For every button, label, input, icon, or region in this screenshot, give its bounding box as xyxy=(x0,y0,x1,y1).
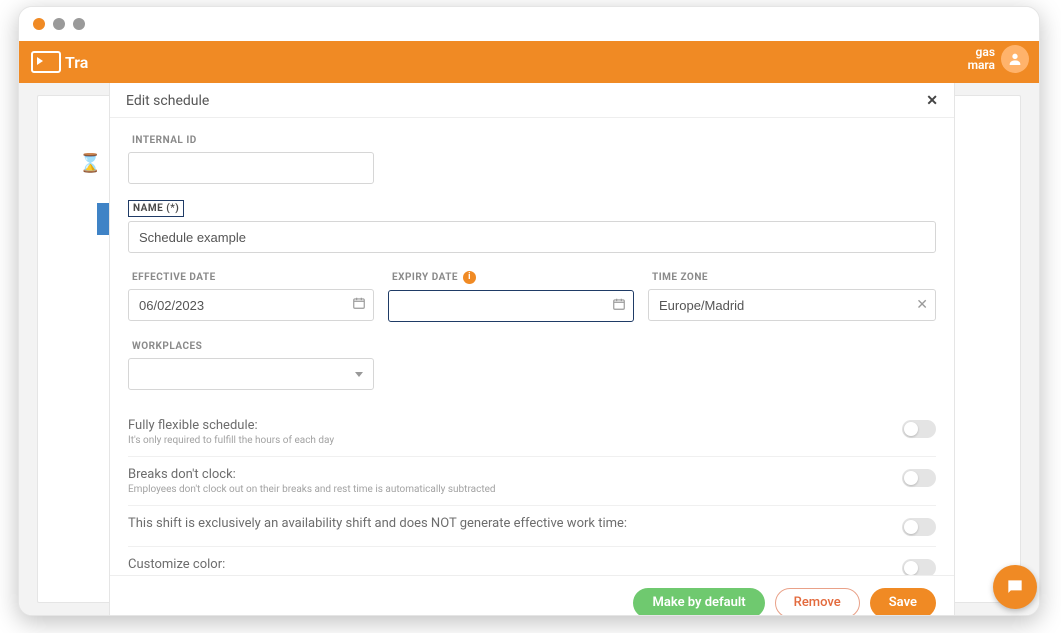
effective-date-label: EFFECTIVE DATE xyxy=(128,270,220,285)
internal-id-input[interactable] xyxy=(128,152,374,184)
modal-title: Edit schedule xyxy=(126,93,209,109)
toggle-row-color: Customize color: xyxy=(128,547,936,575)
toggle-flexible[interactable] xyxy=(902,420,936,438)
timezone-label: TIME ZONE xyxy=(648,270,712,285)
browser-window: Tra gas mara ⌛ Edit schedule ✕ INTERNAL xyxy=(18,6,1040,616)
clear-icon[interactable]: ✕ xyxy=(916,297,928,313)
internal-id-label: INTERNAL ID xyxy=(128,133,201,148)
workplaces-select[interactable] xyxy=(128,358,374,390)
chat-icon xyxy=(1005,577,1025,597)
edit-schedule-modal: Edit schedule ✕ INTERNAL ID NAME (*) EFF… xyxy=(110,83,954,616)
toggle-title: Customize color: xyxy=(128,557,225,572)
toggle-title: Fully flexible schedule: xyxy=(128,418,334,433)
toggle-title: Breaks don't clock: xyxy=(128,467,496,482)
toggle-sub: It's only required to fulfill the hours … xyxy=(128,435,334,446)
make-default-button[interactable]: Make by default xyxy=(633,588,764,617)
toggle-breaks[interactable] xyxy=(902,469,936,487)
modal-overlay: Edit schedule ✕ INTERNAL ID NAME (*) EFF… xyxy=(19,41,1039,615)
modal-footer: Make by default Remove Save xyxy=(110,575,954,616)
toggle-color[interactable] xyxy=(902,559,936,575)
close-icon[interactable]: ✕ xyxy=(926,93,938,109)
modal-body[interactable]: INTERNAL ID NAME (*) EFFECTIVE DATE xyxy=(110,118,954,575)
mac-titlebar xyxy=(19,7,1039,41)
window-min-dot[interactable] xyxy=(53,18,65,30)
timezone-input[interactable] xyxy=(648,289,936,321)
name-input[interactable] xyxy=(128,221,936,253)
calendar-icon[interactable] xyxy=(612,297,626,315)
toggle-title: This shift is exclusively an availabilit… xyxy=(128,516,627,531)
info-icon[interactable]: i xyxy=(463,271,476,284)
expiry-date-label: EXPIRY DATE i xyxy=(388,269,480,286)
name-label: NAME (*) xyxy=(128,200,184,217)
remove-button[interactable]: Remove xyxy=(775,588,860,617)
save-button[interactable]: Save xyxy=(870,588,936,617)
toggle-availability[interactable] xyxy=(902,518,936,536)
modal-header: Edit schedule ✕ xyxy=(110,83,954,118)
expiry-date-input[interactable] xyxy=(388,290,634,322)
window-max-dot[interactable] xyxy=(73,18,85,30)
toggle-row-breaks: Breaks don't clock: Employees don't cloc… xyxy=(128,457,936,506)
toggle-row-availability: This shift is exclusively an availabilit… xyxy=(128,506,936,547)
toggle-sub: Employees don't clock out on their break… xyxy=(128,484,496,495)
workplaces-label: WORKPLACES xyxy=(128,339,206,354)
window-close-dot[interactable] xyxy=(33,18,45,30)
effective-date-input[interactable] xyxy=(128,289,374,321)
chat-fab[interactable] xyxy=(993,565,1037,609)
calendar-icon[interactable] xyxy=(352,296,366,314)
toggle-row-flexible: Fully flexible schedule: It's only requi… xyxy=(128,408,936,457)
